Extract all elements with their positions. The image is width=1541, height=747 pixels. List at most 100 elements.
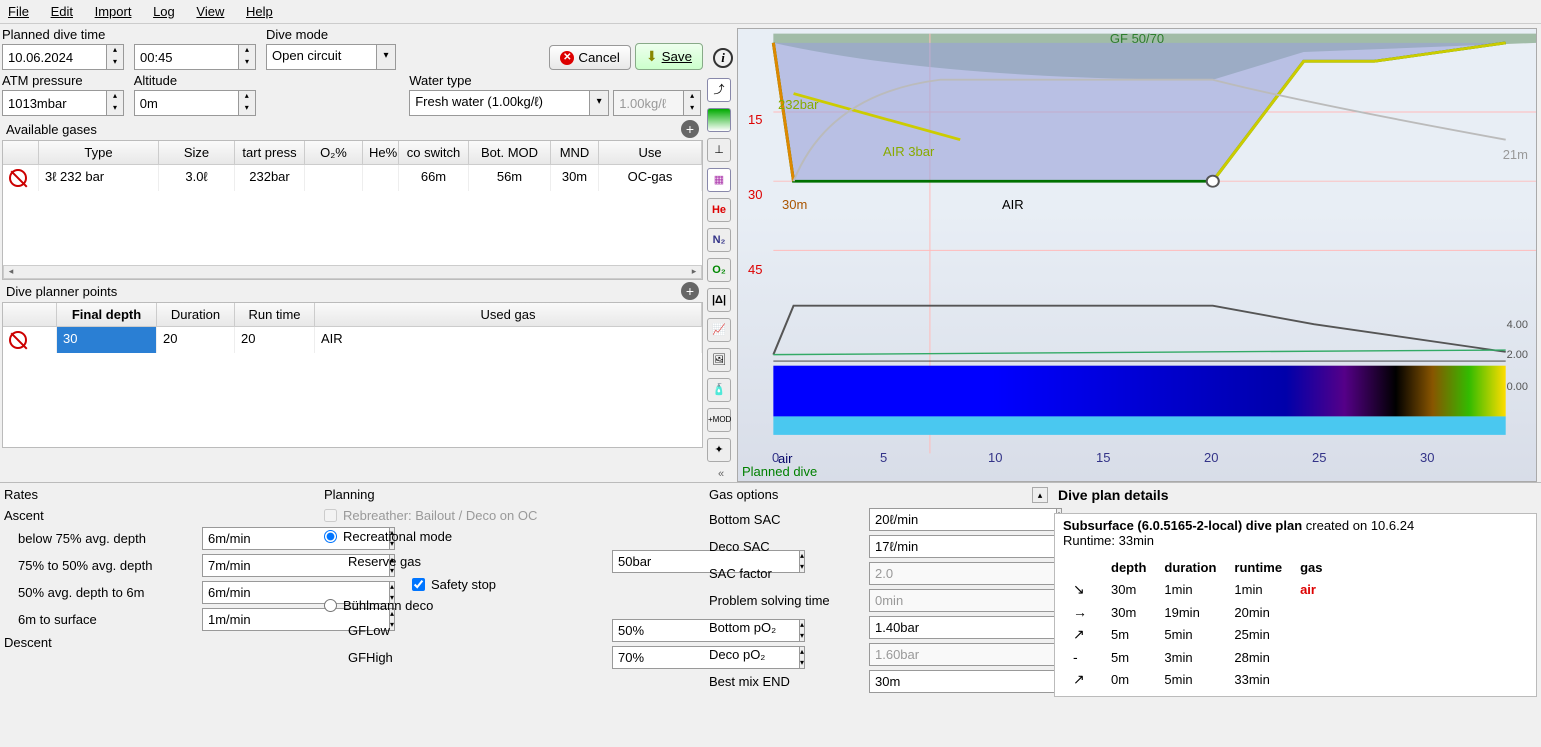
gas-col-switch[interactable]: co switch xyxy=(399,141,469,164)
water-select[interactable]: Fresh water (1.00kg/ℓ) xyxy=(409,90,589,116)
gas-col-press[interactable]: tart press xyxy=(235,141,305,164)
altitude-spinner[interactable]: ▴▾ xyxy=(238,90,256,116)
rebreather-check xyxy=(324,509,337,522)
time-input[interactable] xyxy=(134,44,238,70)
save-icon: ⬇ xyxy=(646,48,658,65)
rebreather-label: Rebreather: Bailout / Deco on OC xyxy=(343,508,537,523)
tool-tissue-icon[interactable]: ▦ xyxy=(707,168,731,192)
tool-ceiling-icon[interactable] xyxy=(707,108,731,132)
pt-col-rt[interactable]: Run time xyxy=(235,303,315,326)
gases-hscroll[interactable]: ◂▸ xyxy=(3,265,702,279)
planning-title: Planning xyxy=(324,487,701,502)
segment-row: ↘30m1min1minair xyxy=(1065,579,1330,600)
tool-tank-icon[interactable]: 🧴 xyxy=(707,378,731,402)
gas-switch: 66m xyxy=(399,165,469,191)
gas-col-o2[interactable]: O₂% xyxy=(305,141,363,164)
tool-ruler-icon[interactable]: ⊥ xyxy=(707,138,731,162)
reserve-label: Reserve gas xyxy=(348,554,608,569)
gas-size: 3.0ℓ xyxy=(159,165,235,191)
recreational-radio[interactable] xyxy=(324,530,337,543)
toolbar-collapse-icon[interactable]: « xyxy=(707,468,735,480)
tool-n2-icon[interactable]: N₂ xyxy=(707,228,731,252)
atm-input[interactable] xyxy=(2,90,106,116)
ytick-45: 45 xyxy=(748,262,762,277)
gas-use: OC-gas xyxy=(599,165,702,191)
point-row[interactable]: 30 20 20 AIR xyxy=(3,327,702,353)
dsac-input[interactable] xyxy=(869,535,1056,558)
tool-mod-icon[interactable]: +MOD xyxy=(707,408,731,432)
bpo2-input[interactable] xyxy=(869,616,1056,639)
tool-profile-icon[interactable]: ⤴ xyxy=(707,78,731,102)
buhlmann-radio[interactable] xyxy=(324,599,337,612)
gas-row[interactable]: 3ℓ 232 bar 3.0ℓ 232bar 66m 56m 30m OC-ga… xyxy=(3,165,702,191)
save-button[interactable]: ⬇Save xyxy=(635,43,703,70)
gas-col-mod[interactable]: Bot. MOD xyxy=(469,141,551,164)
seg-th-gas: gas xyxy=(1292,558,1330,577)
water-label: Water type xyxy=(409,73,609,88)
dpo2-label: Deco pO₂ xyxy=(709,647,869,662)
segment-row: ↗0m5min33min xyxy=(1065,669,1330,690)
add-point-button[interactable]: + xyxy=(681,282,699,300)
gas-col-type[interactable]: Type xyxy=(39,141,159,164)
tool-tags-icon[interactable]: ✦ xyxy=(707,438,731,462)
menu-import[interactable]: Import xyxy=(95,4,132,19)
safety-check[interactable] xyxy=(412,578,425,591)
ascent-title: Ascent xyxy=(4,508,316,523)
bsac-input[interactable] xyxy=(869,508,1056,531)
gasopt-title: Gas options xyxy=(709,487,1026,502)
profile-toolbar: i ⤴ ⊥ ▦ He N₂ O₂ |Δ| 📈 🖼 🧴 +MOD ✦ « xyxy=(705,24,737,482)
menu-help[interactable]: Help xyxy=(246,4,273,19)
gas-press: 232bar xyxy=(235,165,305,191)
gas-col-size[interactable]: Size xyxy=(159,141,235,164)
info-icon[interactable]: i xyxy=(713,48,733,68)
point-delete-icon[interactable] xyxy=(9,331,27,349)
tool-graph-icon[interactable]: 📈 xyxy=(707,318,731,342)
menu-file[interactable]: File xyxy=(8,4,29,19)
planned-dive-label: Planned dive xyxy=(742,464,817,479)
pt-col-depth[interactable]: Final depth xyxy=(57,303,157,326)
pst-label: Problem solving time xyxy=(709,593,869,608)
sacf-label: SAC factor xyxy=(709,566,869,581)
density-input xyxy=(613,90,683,116)
tool-he-icon[interactable]: He xyxy=(707,198,731,222)
points-table: Final depth Duration Run time Used gas 3… xyxy=(2,302,703,448)
time-spinner[interactable]: ▴▾ xyxy=(238,44,256,70)
tool-photo-icon[interactable]: 🖼 xyxy=(707,348,731,372)
menu-view[interactable]: View xyxy=(196,4,224,19)
tool-delta-icon[interactable]: |Δ| xyxy=(707,288,731,312)
dpo2-input xyxy=(869,643,1056,666)
gas-col-use[interactable]: Use xyxy=(599,141,702,164)
menu-log[interactable]: Log xyxy=(153,4,175,19)
gas-col-mnd[interactable]: MND xyxy=(551,141,599,164)
tool-o2-icon[interactable]: O₂ xyxy=(707,258,731,282)
atm-spinner[interactable]: ▴▾ xyxy=(106,90,124,116)
pt-col-icon xyxy=(3,303,57,326)
altitude-input[interactable] xyxy=(134,90,238,116)
date-spinner[interactable]: ▴▾ xyxy=(106,44,124,70)
pt-col-dur[interactable]: Duration xyxy=(157,303,235,326)
rate4-label: 6m to surface xyxy=(18,612,198,627)
bsac-label: Bottom SAC xyxy=(709,512,869,527)
planned-time-label: Planned dive time xyxy=(2,27,130,42)
bme-input[interactable] xyxy=(869,670,1056,693)
xtick-10: 10 xyxy=(988,450,1002,465)
divemode-select[interactable]: Open circuit xyxy=(266,44,376,70)
recreational-label: Recreational mode xyxy=(343,529,452,544)
dsac-label: Deco SAC xyxy=(709,539,869,554)
pt-col-gas[interactable]: Used gas xyxy=(315,303,702,326)
divemode-chevron[interactable]: ▾ xyxy=(376,44,396,70)
date-input[interactable] xyxy=(2,44,106,70)
scroll-up-icon[interactable]: ▴ xyxy=(1032,487,1048,503)
divemode-label: Dive mode xyxy=(266,27,396,42)
pt-depth[interactable]: 30 xyxy=(57,327,157,353)
dive-profile-chart[interactable]: GF 50/70 xyxy=(737,28,1537,482)
seg-th-rt: runtime xyxy=(1226,558,1290,577)
air-annotation: AIR xyxy=(1002,197,1024,212)
cancel-button[interactable]: ✕Cancel xyxy=(549,45,631,70)
gas-delete-icon[interactable] xyxy=(9,169,27,187)
rate1-label: below 75% avg. depth xyxy=(18,531,198,546)
gas-col-he[interactable]: He% xyxy=(363,141,399,164)
water-chevron[interactable]: ▾ xyxy=(589,90,609,116)
add-gas-button[interactable]: + xyxy=(681,120,699,138)
menu-edit[interactable]: Edit xyxy=(51,4,73,19)
